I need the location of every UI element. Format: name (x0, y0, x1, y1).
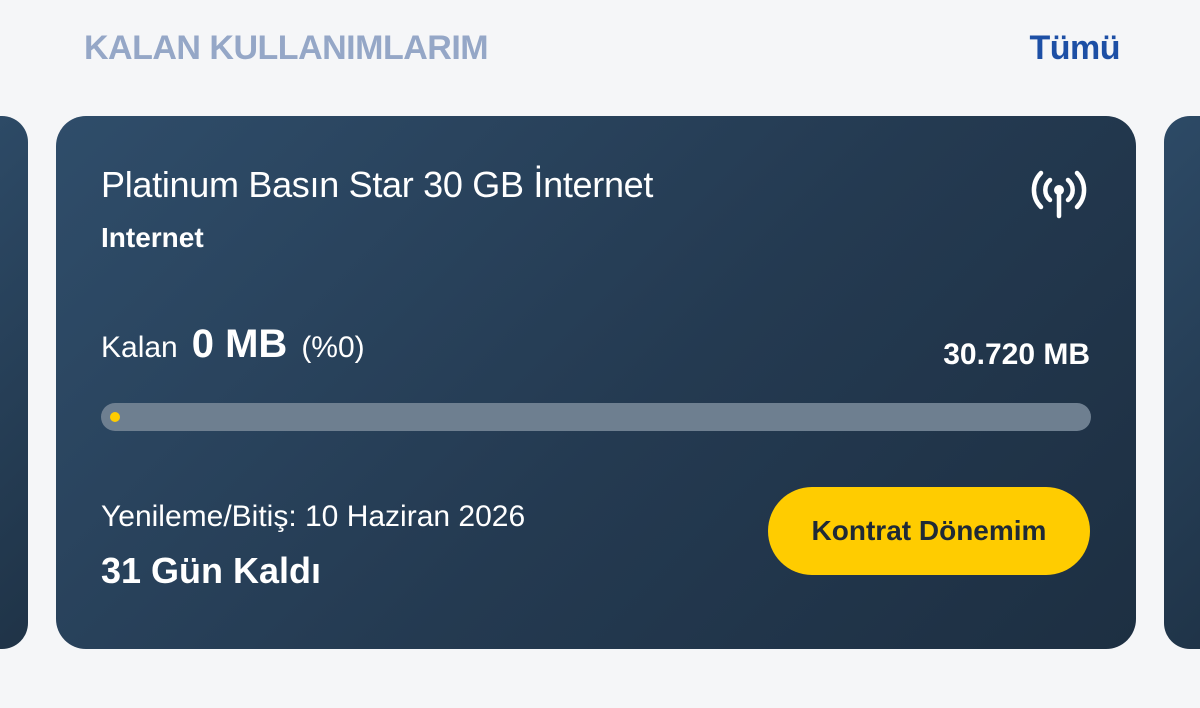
total-amount: 30.720 MB (943, 338, 1090, 371)
see-all-link[interactable]: Tümü (1029, 29, 1120, 68)
next-card-peek[interactable] (1164, 116, 1200, 649)
remaining-label: Kalan (101, 331, 178, 364)
plan-type: Internet (101, 222, 204, 253)
remaining-amount: 0 MB (191, 322, 288, 366)
section-title: KALAN KULLANIMLARIM (84, 28, 489, 67)
usage-card[interactable]: Platinum Basın Star 30 GB İnternet Inter… (56, 116, 1136, 649)
usage-progress-bar (101, 403, 1091, 431)
previous-card-peek[interactable] (0, 116, 28, 649)
plan-name: Platinum Basın Star 30 GB İnternet (101, 164, 654, 205)
antenna-signal-icon (1031, 170, 1087, 219)
days-left: 31 Gün Kaldı (101, 550, 322, 591)
renewal-date: Yenileme/Bitiş: 10 Haziran 2026 (101, 500, 526, 533)
usage-page: KALAN KULLANIMLARIM Tümü Platinum Basın … (0, 0, 1200, 708)
contract-period-button[interactable]: Kontrat Dönemim (768, 487, 1090, 575)
remaining-percent: (%0) (301, 331, 365, 364)
usage-progress-indicator (110, 412, 120, 422)
remaining-usage: Kalan 0 MB (%0) (101, 322, 365, 367)
section-header: KALAN KULLANIMLARIM Tümü (84, 26, 1120, 70)
